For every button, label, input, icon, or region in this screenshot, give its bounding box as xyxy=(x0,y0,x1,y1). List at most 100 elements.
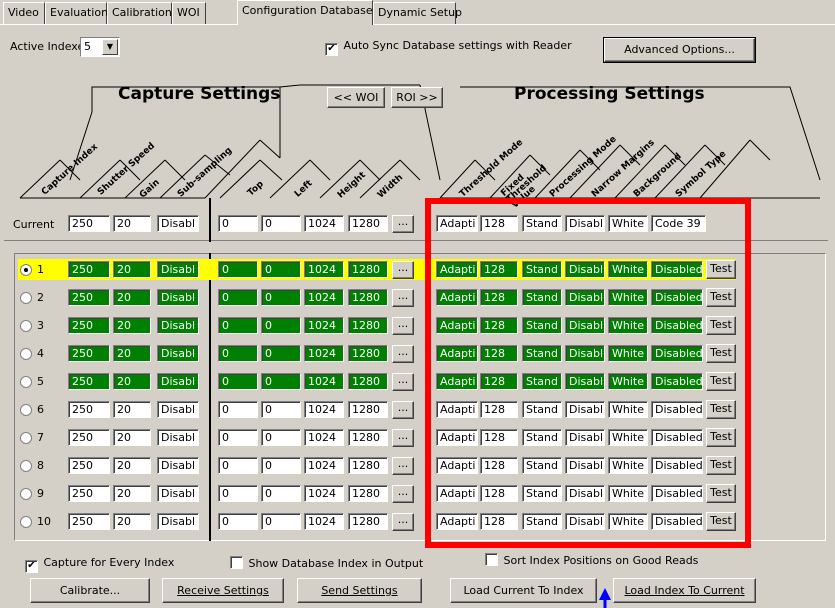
row-width[interactable]: 1280 xyxy=(348,457,388,474)
row-top[interactable]: 0 xyxy=(218,429,258,446)
row-height[interactable]: 1024 xyxy=(304,261,344,278)
row-radio[interactable] xyxy=(20,488,32,500)
row-left[interactable]: 0 xyxy=(261,485,301,502)
calibrate-button[interactable]: Calibrate... xyxy=(30,578,150,603)
row-left[interactable]: 0 xyxy=(261,457,301,474)
row-top[interactable]: 0 xyxy=(218,317,258,334)
row-shutter[interactable]: 250 xyxy=(68,373,110,390)
row-sub-sampling[interactable]: Disabl xyxy=(157,289,199,306)
row-left[interactable]: 0 xyxy=(261,513,301,530)
row-width[interactable]: 1280 xyxy=(348,345,388,362)
current-height[interactable]: 1024 xyxy=(304,215,344,232)
current-top[interactable]: 0 xyxy=(218,215,258,232)
row-left[interactable]: 0 xyxy=(261,317,301,334)
row-top[interactable]: 0 xyxy=(218,345,258,362)
row-gain[interactable]: 20 xyxy=(113,261,151,278)
row-ellipsis-button[interactable]: ... xyxy=(392,513,414,531)
row-height[interactable]: 1024 xyxy=(304,429,344,446)
row-top[interactable]: 0 xyxy=(218,373,258,390)
row-radio[interactable] xyxy=(20,460,32,472)
row-sub-sampling[interactable]: Disabl xyxy=(157,485,199,502)
row-radio[interactable] xyxy=(20,264,32,276)
current-left[interactable]: 0 xyxy=(261,215,301,232)
row-height[interactable]: 1024 xyxy=(304,289,344,306)
row-height[interactable]: 1024 xyxy=(304,485,344,502)
row-gain[interactable]: 20 xyxy=(113,429,151,446)
row-top[interactable]: 0 xyxy=(218,401,258,418)
row-ellipsis-button[interactable]: ... xyxy=(392,289,414,307)
row-ellipsis-button[interactable]: ... xyxy=(392,401,414,419)
row-sub-sampling[interactable]: Disabl xyxy=(157,429,199,446)
row-radio[interactable] xyxy=(20,432,32,444)
row-shutter[interactable]: 250 xyxy=(68,457,110,474)
row-ellipsis-button[interactable]: ... xyxy=(392,457,414,475)
row-left[interactable]: 0 xyxy=(261,261,301,278)
row-sub-sampling[interactable]: Disabl xyxy=(157,261,199,278)
row-shutter[interactable]: 250 xyxy=(68,317,110,334)
row-sub-sampling[interactable]: Disabl xyxy=(157,457,199,474)
row-ellipsis-button[interactable]: ... xyxy=(392,485,414,503)
load-current-to-index-button[interactable]: Load Current To Index xyxy=(450,578,597,603)
row-sub-sampling[interactable]: Disabl xyxy=(157,345,199,362)
row-ellipsis-button[interactable]: ... xyxy=(392,261,414,279)
row-width[interactable]: 1280 xyxy=(348,373,388,390)
roi-button[interactable]: ROI >> xyxy=(391,87,443,108)
row-height[interactable]: 1024 xyxy=(304,373,344,390)
current-gain[interactable]: 20 xyxy=(113,215,151,232)
row-radio[interactable] xyxy=(20,376,32,388)
row-left[interactable]: 0 xyxy=(261,373,301,390)
row-shutter[interactable]: 250 xyxy=(68,429,110,446)
row-top[interactable]: 0 xyxy=(218,513,258,530)
row-left[interactable]: 0 xyxy=(261,401,301,418)
send-settings-button[interactable]: Send Settings xyxy=(297,578,422,603)
row-height[interactable]: 1024 xyxy=(304,401,344,418)
tab-video[interactable]: Video xyxy=(3,2,45,24)
row-gain[interactable]: 20 xyxy=(113,401,151,418)
row-height[interactable]: 1024 xyxy=(304,513,344,530)
row-sub-sampling[interactable]: Disabl xyxy=(157,373,199,390)
row-ellipsis-button[interactable]: ... xyxy=(392,317,414,335)
row-top[interactable]: 0 xyxy=(218,289,258,306)
row-top[interactable]: 0 xyxy=(218,457,258,474)
row-left[interactable]: 0 xyxy=(261,345,301,362)
row-shutter[interactable]: 250 xyxy=(68,513,110,530)
row-radio[interactable] xyxy=(20,516,32,528)
row-height[interactable]: 1024 xyxy=(304,317,344,334)
row-radio[interactable] xyxy=(20,404,32,416)
chevron-down-icon[interactable]: ▼ xyxy=(102,39,118,55)
row-gain[interactable]: 20 xyxy=(113,457,151,474)
active-indexes-select[interactable]: 5 ▼ xyxy=(80,37,120,57)
row-shutter[interactable]: 250 xyxy=(68,401,110,418)
row-shutter[interactable]: 250 xyxy=(68,261,110,278)
row-radio[interactable] xyxy=(20,348,32,360)
tab-dynamic-setup[interactable]: Dynamic Setup xyxy=(373,2,462,24)
receive-settings-button[interactable]: Receive Settings xyxy=(162,578,284,603)
tab-configuration-database[interactable]: Configuration Database xyxy=(237,0,373,25)
current-shutter[interactable]: 250 xyxy=(68,215,110,232)
row-height[interactable]: 1024 xyxy=(304,345,344,362)
row-sub-sampling[interactable]: Disabl xyxy=(157,513,199,530)
row-gain[interactable]: 20 xyxy=(113,373,151,390)
current-width[interactable]: 1280 xyxy=(348,215,388,232)
row-width[interactable]: 1280 xyxy=(348,401,388,418)
tab-evaluation[interactable]: Evaluation xyxy=(45,2,108,24)
row-gain[interactable]: 20 xyxy=(113,289,151,306)
row-gain[interactable]: 20 xyxy=(113,513,151,530)
tab-calibration[interactable]: Calibration xyxy=(107,2,172,24)
sort-index-checkbox[interactable]: Sort Index Positions on Good Reads xyxy=(485,553,698,567)
row-width[interactable]: 1280 xyxy=(348,513,388,530)
row-gain[interactable]: 20 xyxy=(113,485,151,502)
row-sub-sampling[interactable]: Disabl xyxy=(157,401,199,418)
tab-woi[interactable]: WOI xyxy=(172,2,206,24)
current-sub-sampling[interactable]: Disabl xyxy=(157,215,199,232)
row-width[interactable]: 1280 xyxy=(348,317,388,334)
capture-every-index-checkbox[interactable]: ✔ Capture for Every Index xyxy=(25,556,174,573)
row-shutter[interactable]: 250 xyxy=(68,485,110,502)
row-gain[interactable]: 20 xyxy=(113,345,151,362)
row-ellipsis-button[interactable]: ... xyxy=(392,429,414,447)
row-width[interactable]: 1280 xyxy=(348,261,388,278)
auto-sync-checkbox[interactable]: ✔ Auto Sync Database settings with Reade… xyxy=(325,39,572,56)
row-width[interactable]: 1280 xyxy=(348,429,388,446)
row-ellipsis-button[interactable]: ... xyxy=(392,345,414,363)
row-top[interactable]: 0 xyxy=(218,485,258,502)
